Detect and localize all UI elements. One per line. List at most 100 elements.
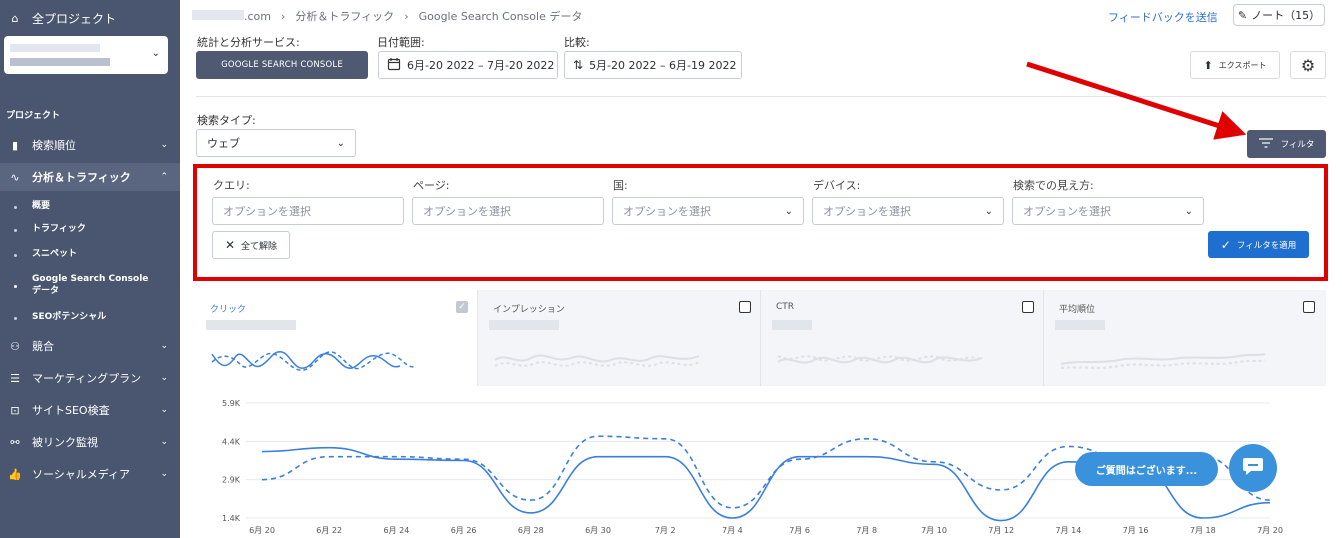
card-divider bbox=[477, 290, 478, 386]
query-filter-input[interactable]: オプションを選択 bbox=[212, 197, 404, 225]
metric-checkbox[interactable] bbox=[1022, 301, 1034, 313]
x-tick-label: 7月 8 bbox=[856, 526, 877, 535]
calendar-icon bbox=[387, 57, 401, 74]
metric-card-ctr[interactable]: CTR bbox=[762, 290, 1044, 386]
service-label: 統計と分析サービス: bbox=[197, 36, 300, 49]
x-tick-label: 7月 6 bbox=[789, 526, 810, 535]
notes-button[interactable]: ✎ ノート（15） bbox=[1233, 4, 1325, 26]
settings-button[interactable]: ⚙ bbox=[1290, 51, 1326, 79]
query-filter-label: クエリ: bbox=[213, 179, 250, 192]
x-tick-label: 6月 24 bbox=[383, 526, 409, 535]
date-range-picker[interactable]: 6月-20 2022 – 7月-20 2022 bbox=[378, 51, 558, 79]
compare-range-picker[interactable]: ⇅ 5月-20 2022 – 6月-19 2022 bbox=[564, 51, 742, 79]
metric-checkbox[interactable] bbox=[1303, 301, 1315, 313]
clear-all-button[interactable]: ✕ 全て解除 bbox=[212, 231, 290, 259]
ctr-sparkline bbox=[777, 355, 983, 364]
subitem-label: スニペット bbox=[32, 249, 78, 259]
apply-filter-button[interactable]: ✓ フィルタを適用 bbox=[1208, 231, 1309, 258]
chat-icon bbox=[1242, 456, 1264, 480]
search-type-select[interactable]: ウェブ ⌄ bbox=[196, 129, 356, 157]
edit-icon: ✎ bbox=[1237, 8, 1248, 22]
metric-card-impressions[interactable]: インプレッション bbox=[479, 290, 761, 386]
chevron-down-icon: ⌄ bbox=[160, 469, 168, 479]
clicks-sparkline bbox=[211, 351, 417, 371]
x-tick-label: 6月 28 bbox=[518, 526, 544, 535]
filter-button[interactable]: フィルタ bbox=[1247, 130, 1326, 158]
filter-button-label: フィルタ bbox=[1280, 140, 1315, 150]
x-tick-label: 7月 10 bbox=[921, 526, 947, 535]
device-filter-select[interactable]: オプションを選択 ⌄ bbox=[812, 197, 1004, 225]
metric-card-avg-position[interactable]: 平均順位 bbox=[1045, 290, 1326, 386]
y-tick-label: 2.9K bbox=[222, 476, 241, 485]
sidebar-item-label: 分析＆トラフィック bbox=[32, 171, 131, 184]
filter-panel: クエリ: オプションを選択 ページ: オプションを選択 国: オプションを選択 … bbox=[193, 164, 1328, 281]
breadcrumb: .com › 分析＆トラフィック › Google Search Console… bbox=[192, 8, 582, 24]
breadcrumb-section[interactable]: 分析＆トラフィック bbox=[295, 8, 394, 24]
metric-card-clicks[interactable]: クリック ✓ bbox=[196, 290, 478, 386]
card-divider bbox=[760, 290, 761, 386]
date-range-value: 6月-20 2022 – 7月-20 2022 bbox=[407, 59, 555, 72]
x-tick-label: 7月 18 bbox=[1190, 526, 1216, 535]
sidebar-item-site-audit[interactable]: ⊡ サイトSEO検査 ⌄ bbox=[0, 396, 180, 424]
device-filter-label: デバイス: bbox=[813, 179, 861, 192]
apply-filter-label: フィルタを適用 bbox=[1236, 240, 1297, 251]
avg-position-sparkline bbox=[1060, 353, 1266, 369]
breadcrumb-separator-icon: › bbox=[404, 9, 409, 23]
chat-button[interactable] bbox=[1229, 444, 1277, 492]
breadcrumb-domain[interactable]: .com bbox=[192, 9, 271, 23]
sidebar-item-social[interactable]: 👍 ソーシャルメディア ⌄ bbox=[0, 460, 180, 488]
appearance-filter-label: 検索での見え方: bbox=[1013, 179, 1094, 192]
x-tick-label: 6月 20 bbox=[249, 526, 275, 535]
y-tick-label: 5.9K bbox=[222, 399, 241, 408]
subitem-label: Google Search Console データ bbox=[32, 274, 149, 296]
filter-lines-icon bbox=[1258, 137, 1273, 151]
notes-label: ノート（15） bbox=[1251, 9, 1321, 22]
chevron-down-icon: ⌄ bbox=[984, 205, 993, 217]
x-tick-label: 7月 16 bbox=[1123, 526, 1149, 535]
chat-prompt-bubble[interactable]: ご質問はございます... bbox=[1075, 452, 1218, 486]
project-name-blurred bbox=[10, 44, 100, 52]
page-filter-label: ページ: bbox=[413, 179, 450, 192]
metric-value-blurred bbox=[1055, 320, 1105, 330]
metric-checkbox[interactable]: ✓ bbox=[456, 301, 468, 313]
appearance-placeholder: オプションを選択 bbox=[1023, 205, 1111, 218]
sidebar-item-rankings[interactable]: ▮ 検索順位 ⌄ bbox=[0, 131, 180, 159]
pulse-icon: ∿ bbox=[10, 170, 20, 184]
metric-title: インプレッション bbox=[493, 305, 565, 315]
metric-value-blurred bbox=[489, 320, 559, 330]
thumbs-up-icon: 👍 bbox=[8, 467, 22, 481]
sidebar: ⌂ 全プロジェクト ⌄ プロジェクト ▮ 検索順位 ⌄ ∿ 分析＆トラフィック … bbox=[0, 0, 180, 538]
project-selector[interactable]: ⌄ bbox=[4, 36, 168, 74]
impressions-sparkline bbox=[494, 354, 700, 367]
chevron-down-icon: ⌄ bbox=[160, 373, 168, 383]
projects-section-label: プロジェクト bbox=[6, 111, 61, 121]
feedback-link[interactable]: フィードバックを送信 bbox=[1108, 9, 1218, 25]
sidebar-item-marketing-plan[interactable]: ☰ マーケティングプラン ⌄ bbox=[0, 364, 180, 392]
subitem-label: トラフィック bbox=[32, 224, 86, 234]
chevron-up-icon: ⌃ bbox=[160, 172, 168, 182]
x-tick-label: 7月 20 bbox=[1257, 526, 1283, 535]
metric-title: 平均順位 bbox=[1059, 305, 1096, 315]
card-divider bbox=[1043, 290, 1044, 386]
close-icon: ✕ bbox=[224, 238, 236, 252]
site-audit-icon: ⊡ bbox=[10, 403, 20, 417]
search-type-label: 検索タイプ: bbox=[197, 114, 256, 127]
country-filter-select[interactable]: オプションを選択 ⌄ bbox=[612, 197, 804, 225]
gear-icon: ⚙ bbox=[1300, 55, 1316, 75]
chevron-down-icon: ⌄ bbox=[1184, 205, 1193, 217]
sidebar-item-label: マーケティングプラン bbox=[32, 372, 142, 385]
metric-checkbox[interactable] bbox=[739, 301, 751, 313]
metric-title: クリック bbox=[210, 305, 247, 315]
page-filter-input[interactable]: オプションを選択 bbox=[412, 197, 604, 225]
appearance-filter-select[interactable]: オプションを選択 ⌄ bbox=[1012, 197, 1204, 225]
export-button[interactable]: ⬆ エクスポート bbox=[1190, 51, 1280, 79]
sidebar-item-label: 競合 bbox=[32, 340, 54, 353]
metric-title: CTR bbox=[776, 302, 795, 312]
gsc-service-button[interactable]: GOOGLE SEARCH CONSOLE bbox=[196, 51, 368, 79]
divider bbox=[196, 96, 1326, 97]
all-projects-link[interactable]: ⌂ 全プロジェクト bbox=[0, 4, 180, 32]
sidebar-item-analytics[interactable]: ∿ 分析＆トラフィック ⌃ bbox=[0, 163, 180, 191]
sidebar-item-competitors[interactable]: ⚇ 競合 ⌄ bbox=[0, 332, 180, 360]
sidebar-item-backlinks[interactable]: ⚯ 被リンク監視 ⌄ bbox=[0, 428, 180, 456]
date-range-label: 日付範囲: bbox=[377, 36, 425, 49]
